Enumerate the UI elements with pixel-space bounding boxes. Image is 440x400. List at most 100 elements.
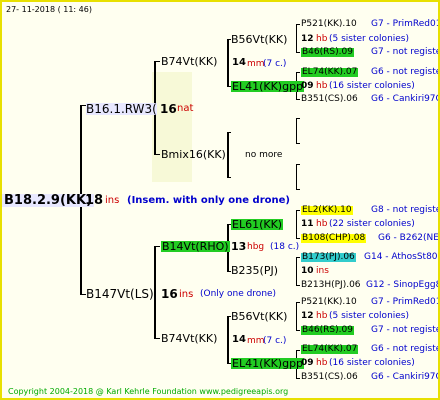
sire-node[interactable]: B16.1.RW3( bbox=[86, 103, 157, 115]
p521-bot[interactable]: P521(KK).10 bbox=[301, 298, 357, 307]
g4-bracket-6b bbox=[296, 285, 300, 286]
dam-bracket bbox=[154, 246, 156, 338]
mid-sfx11: hb bbox=[316, 219, 328, 229]
b351-top-gen: G6 - Cankiri97Q bbox=[371, 94, 440, 104]
bot-note14: (7 c.) bbox=[263, 336, 287, 346]
root-suffix: ins bbox=[105, 195, 120, 206]
mid-num11: 11 bbox=[301, 219, 314, 229]
root-node[interactable]: B18.2.9(KK) bbox=[2, 194, 94, 207]
b74bot-node[interactable]: B74Vt(KK) bbox=[161, 333, 217, 344]
el2-node[interactable]: EL2(KK).10 bbox=[301, 206, 353, 215]
g4-bracket-6 bbox=[296, 257, 297, 285]
bot-num14: 14 bbox=[232, 334, 246, 345]
date-header: 27- 11-2018 ( 11: 46) bbox=[6, 5, 92, 14]
top-sfx09: hb bbox=[316, 81, 328, 91]
top-num12: 12 bbox=[301, 34, 314, 44]
top-note12: (5 sister colonies) bbox=[329, 34, 410, 44]
el2-gen: G8 - not registe bbox=[371, 205, 440, 215]
dam-suffix: ins bbox=[179, 289, 194, 300]
el74-top-gen: G6 - not registe bbox=[371, 67, 440, 77]
g4-bracket-8b bbox=[296, 378, 300, 379]
el41-top-node[interactable]: EL41(KK)gpp bbox=[231, 81, 305, 92]
b74bot-bracket bbox=[227, 316, 229, 363]
bot-num12: 12 bbox=[301, 311, 314, 321]
b74top-node[interactable]: B74Vt(KK) bbox=[161, 56, 217, 67]
p521-top-gen: G7 - PrimRed01 bbox=[371, 19, 440, 29]
bot-sfx09: hb bbox=[316, 358, 328, 368]
footer-copyright: Copyright 2004-2018 @ Karl Kehrle Founda… bbox=[8, 387, 289, 396]
root-number: 18 bbox=[85, 193, 104, 208]
el74-bot[interactable]: EL74(KK).07 bbox=[301, 345, 359, 354]
b213-node[interactable]: B213H(PJ).06 bbox=[301, 281, 361, 290]
g4-bracket-7 bbox=[296, 302, 297, 330]
bmix-bracket-a bbox=[227, 132, 231, 133]
pedigree-frame: 27- 11-2018 ( 11: 46) B18.2.9(KK) 18 ins… bbox=[0, 0, 440, 400]
b351-bot[interactable]: B351(CS).06 bbox=[301, 373, 358, 382]
g4-bracket-4b bbox=[296, 189, 300, 190]
no-more-label: no more bbox=[245, 150, 283, 160]
bot-note09: (16 sister colonies) bbox=[329, 358, 415, 368]
b46-bot[interactable]: B46(RS).09 bbox=[301, 326, 354, 335]
p521-top[interactable]: P521(KK).10 bbox=[301, 20, 357, 29]
b46-bot-gen: G7 - not registe bbox=[371, 325, 440, 335]
top-note14: (7 c.) bbox=[263, 59, 287, 69]
g4-bracket-6a bbox=[296, 257, 300, 258]
p521-bot-gen: G7 - PrimRed01 bbox=[371, 297, 440, 307]
top-num14: 14 bbox=[232, 57, 246, 68]
bot-note12: (5 sister colonies) bbox=[329, 311, 410, 321]
el61-node[interactable]: EL61(KK) bbox=[231, 219, 284, 230]
g4-bracket-7b bbox=[296, 330, 300, 331]
g4-bracket-5a bbox=[296, 210, 300, 211]
bot-sfx14: mm bbox=[247, 336, 265, 346]
watermark-patch bbox=[152, 72, 192, 182]
mid-sfx10: ins bbox=[316, 266, 329, 276]
top-sfx14: mm bbox=[247, 59, 265, 69]
dam-note: (Only one drone) bbox=[200, 289, 277, 299]
g4-bracket-7a bbox=[296, 302, 300, 303]
b46-top-gen: G7 - not registe bbox=[371, 47, 440, 57]
el41-bot-node[interactable]: EL41(KK)gpp bbox=[231, 358, 305, 369]
el74-top[interactable]: EL74(KK).07 bbox=[301, 68, 359, 77]
g4-bracket-4 bbox=[296, 164, 297, 189]
root-note: (Insem. with only one drone) bbox=[127, 195, 290, 206]
b14-suffix: hbg bbox=[247, 242, 265, 252]
bot-sfx12: hb bbox=[316, 311, 328, 321]
dam-bracket-top bbox=[154, 246, 160, 247]
b108-gen: G6 - B262(NE) bbox=[378, 233, 440, 243]
g4-bracket-5 bbox=[296, 210, 297, 238]
g4-bracket-2b bbox=[296, 99, 300, 100]
bmix-node[interactable]: Bmix16(KK) bbox=[161, 149, 226, 160]
b173-gen: G14 - AthosSt80R bbox=[364, 252, 440, 262]
sire-number: 16 bbox=[160, 102, 177, 116]
b235-node[interactable]: B235(PJ) bbox=[231, 265, 278, 276]
b56-bot-node[interactable]: B56Vt(KK) bbox=[231, 311, 287, 322]
sire-suffix: nat bbox=[177, 103, 194, 114]
g4-bracket-1a bbox=[296, 24, 300, 25]
bmix-bracket bbox=[227, 132, 229, 177]
mid-note11: (22 sister colonies) bbox=[329, 219, 415, 229]
b14-note: (18 c.) bbox=[270, 242, 300, 252]
g4-bracket-8a bbox=[296, 350, 300, 351]
b173-node[interactable]: B173(PJ).06 bbox=[301, 253, 356, 262]
g4-bracket-5b bbox=[296, 238, 300, 239]
b46-top[interactable]: B46(RS).09 bbox=[301, 48, 354, 57]
g4-bracket-1 bbox=[296, 24, 297, 52]
b14-number: 13 bbox=[231, 240, 247, 253]
g4-bracket-1b bbox=[296, 52, 300, 53]
sire-bracket-top bbox=[154, 61, 160, 62]
b108-node[interactable]: B108(CHP).08 bbox=[301, 234, 367, 243]
el74-bot-gen: G6 - not registe bbox=[371, 344, 440, 354]
mid-num10: 10 bbox=[301, 266, 314, 276]
b14-node[interactable]: B14Vt(RHO) bbox=[161, 241, 230, 252]
b351-bot-gen: G6 - Cankiri97Q bbox=[371, 372, 440, 382]
b74top-bracket bbox=[227, 39, 229, 86]
dam-bracket-bot bbox=[154, 338, 160, 339]
dam-number: 16 bbox=[161, 287, 178, 301]
b351-top[interactable]: B351(CS).06 bbox=[301, 95, 358, 104]
b213-gen: G12 - SinopEgg86R bbox=[366, 280, 438, 290]
g4-bracket-3 bbox=[296, 118, 297, 143]
b56-top-node[interactable]: B56Vt(KK) bbox=[231, 34, 287, 45]
top-note09: (16 sister colonies) bbox=[329, 81, 415, 91]
g4-bracket-3a bbox=[296, 118, 300, 119]
dam-node[interactable]: B147Vt(LS) bbox=[86, 288, 154, 300]
